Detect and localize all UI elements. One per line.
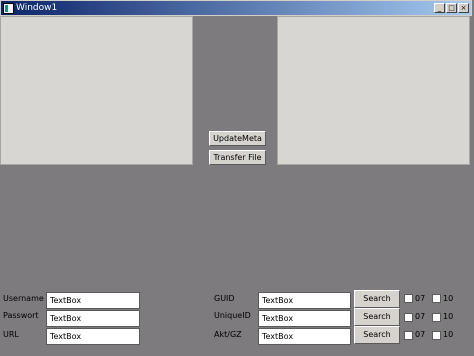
main-window: Window1 _ □ × UpdateMeta Transfer File U… <box>0 0 474 356</box>
guid-search-button[interactable]: Search <box>354 290 400 308</box>
guid-input[interactable]: TextBox <box>258 292 351 309</box>
password-label: Passwort <box>3 311 39 320</box>
uniqueid-07-checkbox[interactable] <box>404 313 413 322</box>
uniqueid-07-label: 07 <box>415 312 426 321</box>
username-input[interactable]: TextBox <box>46 292 140 309</box>
password-input[interactable]: TextBox <box>46 310 140 327</box>
update-meta-button[interactable]: UpdateMeta <box>209 131 266 146</box>
close-button[interactable]: × <box>458 3 469 13</box>
minimize-button[interactable]: _ <box>434 3 445 13</box>
uniqueid-label: UniqueID <box>214 311 251 320</box>
uniqueid-10-label: 10 <box>443 312 454 321</box>
title-bar[interactable]: Window1 _ □ × <box>0 0 472 16</box>
akt-gz-07-label: 07 <box>415 330 426 339</box>
akt-gz-search-button[interactable]: Search <box>354 326 400 344</box>
akt-gz-input[interactable]: TextBox <box>258 328 351 345</box>
left-panel <box>0 16 193 165</box>
url-input[interactable]: TextBox <box>46 328 140 345</box>
uniqueid-10-checkbox[interactable] <box>432 313 441 322</box>
guid-10-label: 10 <box>443 294 454 303</box>
akt-gz-07-checkbox[interactable] <box>404 331 413 340</box>
url-label: URL <box>3 330 19 339</box>
username-label: Username <box>3 294 44 303</box>
guid-07-label: 07 <box>415 294 426 303</box>
transfer-file-button[interactable]: Transfer File <box>209 150 266 165</box>
uniqueid-search-button[interactable]: Search <box>354 308 400 326</box>
akt-gz-10-label: 10 <box>443 330 454 339</box>
app-icon <box>3 3 14 14</box>
akt-gz-10-checkbox[interactable] <box>432 331 441 340</box>
uniqueid-input[interactable]: TextBox <box>258 310 351 327</box>
guid-10-checkbox[interactable] <box>432 294 441 303</box>
maximize-button[interactable]: □ <box>446 3 457 13</box>
guid-07-checkbox[interactable] <box>404 294 413 303</box>
right-panel <box>277 16 470 165</box>
window-title: Window1 <box>16 3 58 13</box>
guid-label: GUID <box>214 294 235 303</box>
akt-gz-label: Akt/GZ <box>214 330 242 339</box>
